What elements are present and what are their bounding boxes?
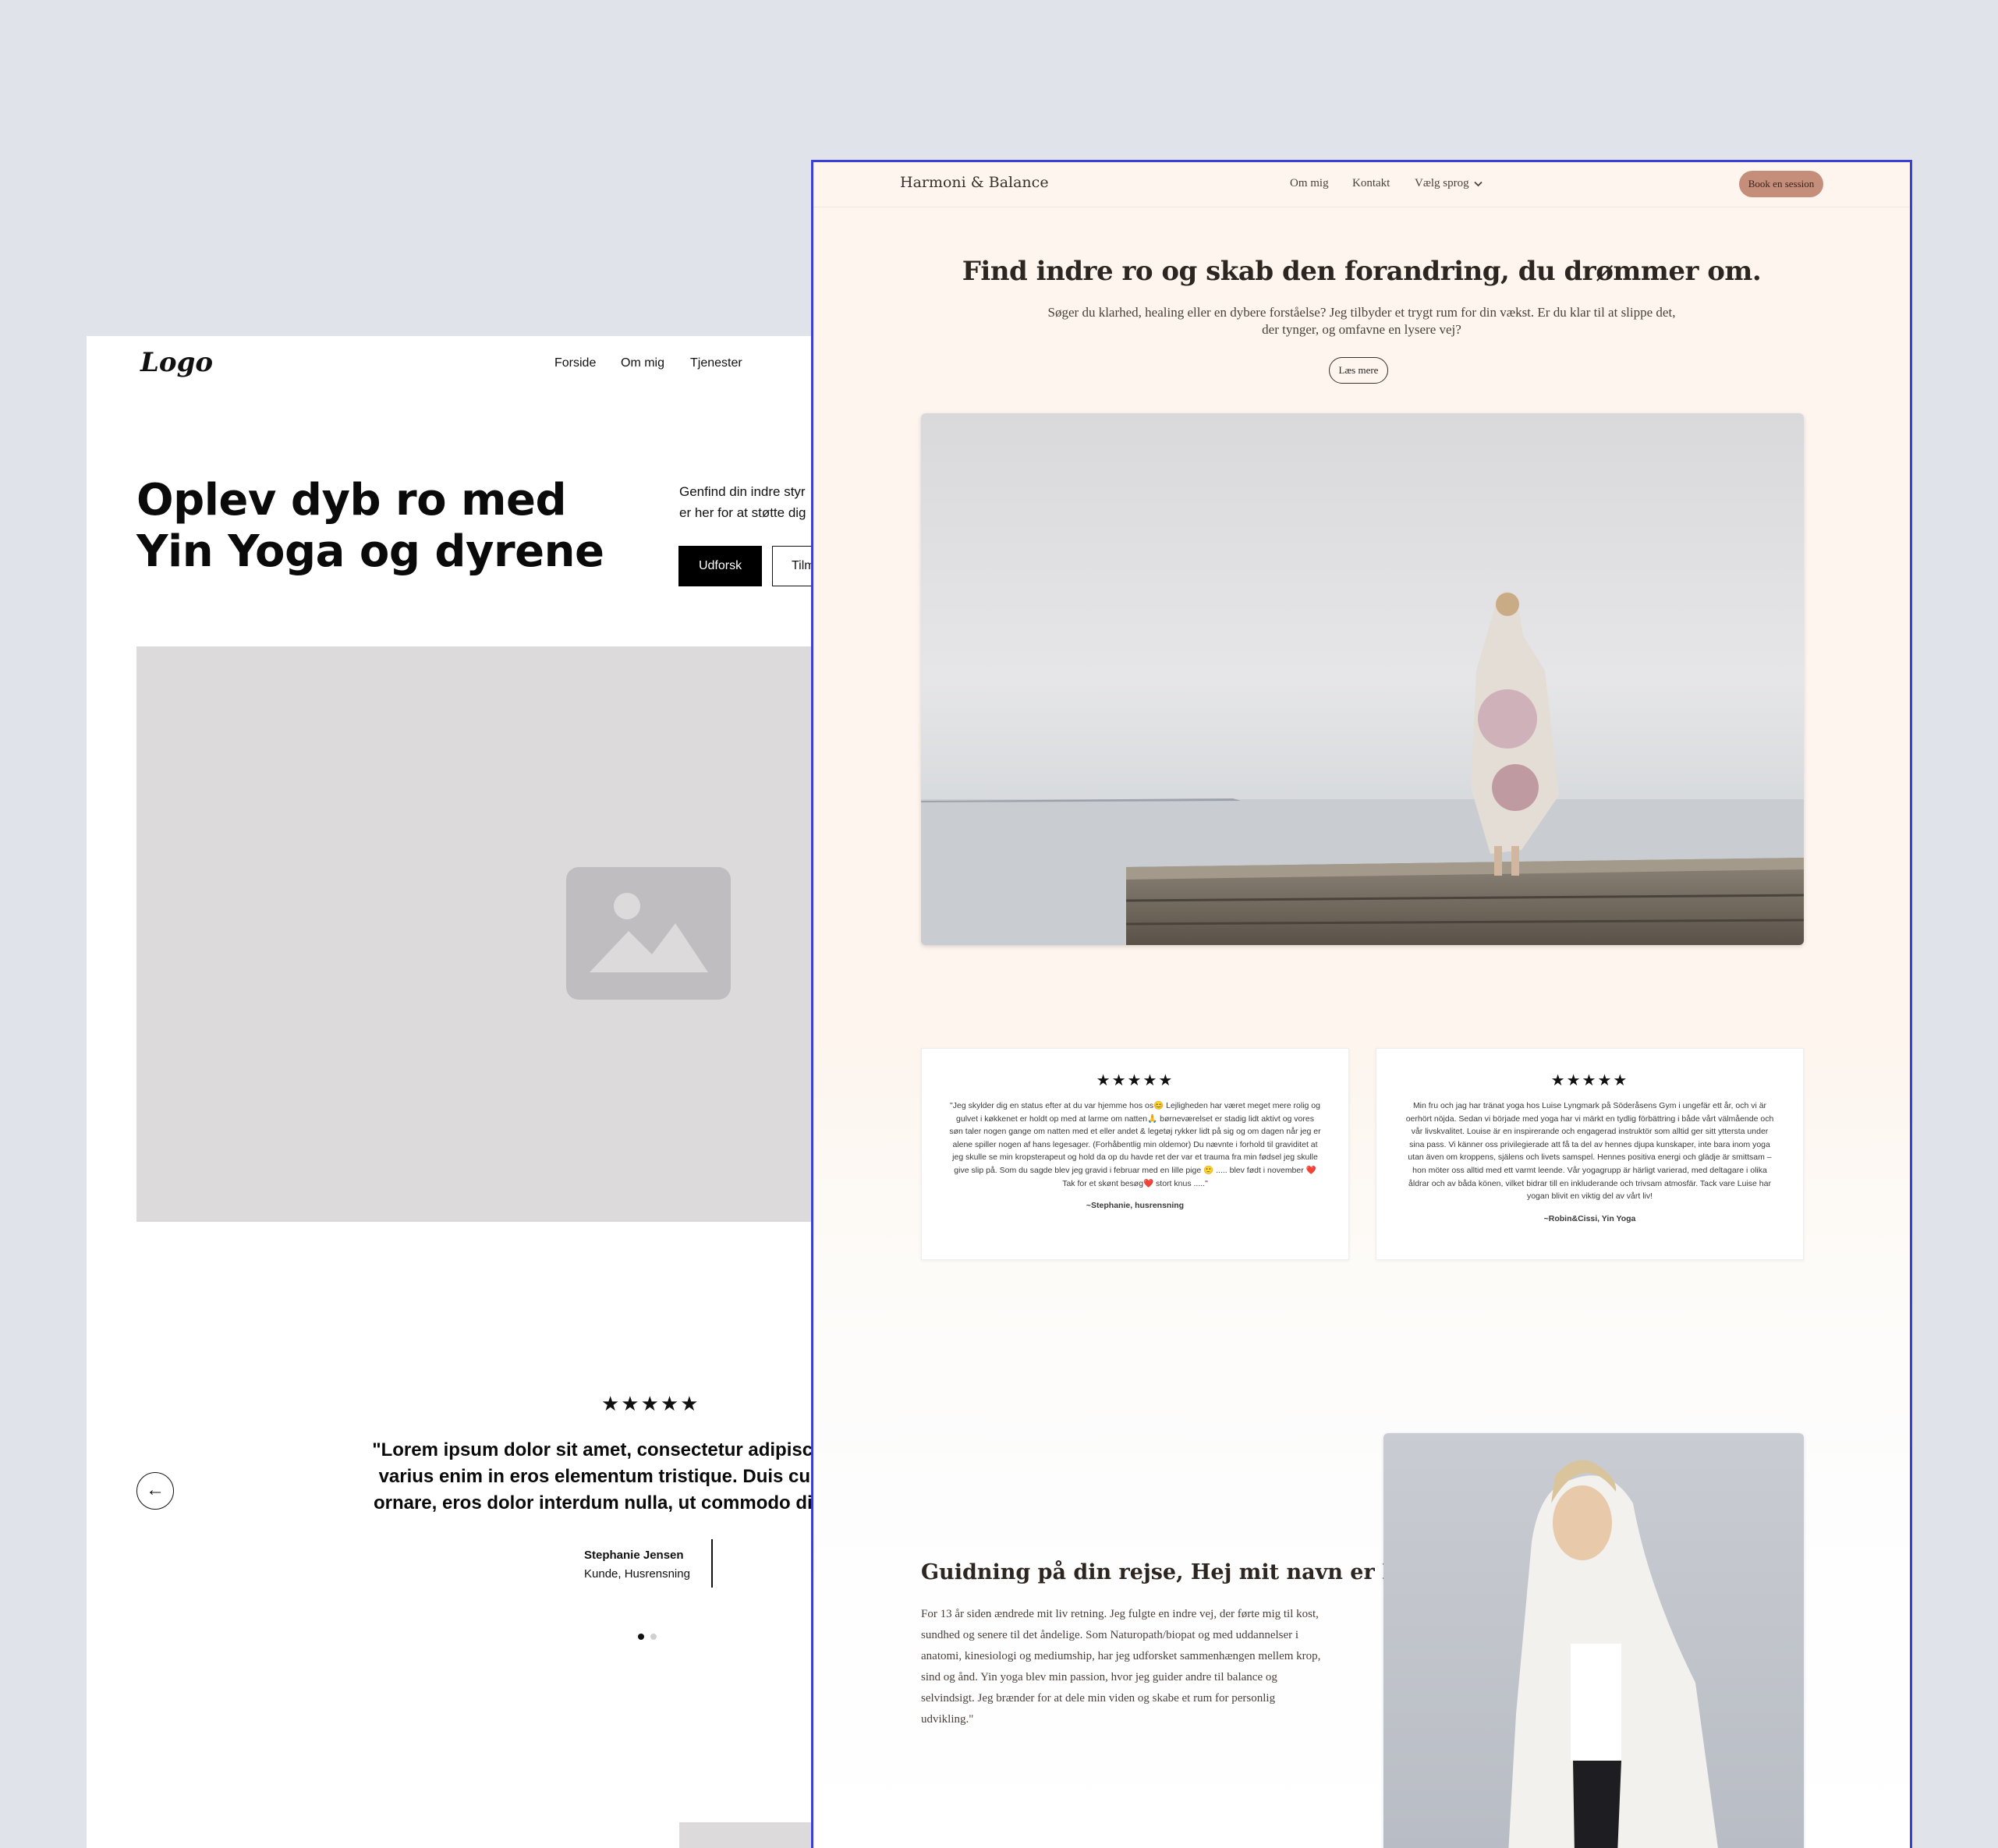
hero-photo	[921, 413, 1804, 945]
about-title: Guidning på din rejse, Hej mit navn er L…	[921, 1560, 1455, 1584]
brand-name[interactable]: Harmoni & Balance	[900, 174, 1049, 191]
testimonial-text: Min fru och jag har tränat yoga hos Luis…	[1405, 1101, 1774, 1202]
testimonial-text: "Jeg skylder dig en status efter at du v…	[949, 1101, 1321, 1188]
nav-contact[interactable]: Kontakt	[1352, 177, 1390, 190]
testimonial-card: ★★★★★ Min fru och jag har tränat yoga ho…	[1376, 1048, 1804, 1260]
hero-title: Find indre ro og skab den forandring, du…	[962, 256, 1762, 287]
testimonial-author: ~Stephanie, husrensning	[1086, 1201, 1185, 1211]
arrow-left-icon[interactable]: ←	[136, 1472, 174, 1510]
logo[interactable]: Logo	[140, 347, 213, 378]
star-icon: ★★★★★	[1096, 1072, 1174, 1089]
carousel-dot-active[interactable]	[638, 1634, 644, 1640]
star-icon: ★★★★★	[1550, 1072, 1629, 1089]
book-session-button[interactable]: Book en session	[1739, 171, 1823, 197]
about-text: For 13 år siden ændrede mit liv retning.…	[921, 1608, 1321, 1726]
portrait-photo	[1383, 1433, 1804, 1848]
image-placeholder-icon	[566, 867, 731, 1000]
read-more-button[interactable]: Læs mere	[1329, 357, 1388, 384]
site-header: Harmoni & Balance Om mig Kontakt Vælg sp…	[813, 162, 1910, 207]
testimonial-quote: "Lorem ipsum dolor sit amet, consectetur…	[372, 1439, 862, 1513]
nav-forside[interactable]: Forside	[554, 356, 596, 370]
testimonial-author: ~Robin&Cissi, Yin Yoga	[1543, 1213, 1636, 1223]
hero-image-placeholder	[136, 646, 866, 1222]
author-divider	[711, 1539, 713, 1588]
wireframe-page: Logo Forside Om mig Tjenester Oplev dyb …	[87, 336, 866, 1848]
hero-subtitle: Søger du klarhed, healing eller en dyber…	[1047, 305, 1676, 337]
explore-button[interactable]: Udforsk	[678, 546, 762, 586]
language-label: Vælg sprog	[1415, 177, 1469, 189]
testimonial-author: Stephanie Jensen Kunde, Husrensning	[584, 1546, 690, 1584]
nav-about[interactable]: Om mig	[1290, 177, 1329, 190]
language-select[interactable]: Vælg sprog	[1415, 177, 1483, 190]
hero-title: Oplev dyb ro med Yin Yoga og dyrene	[136, 475, 604, 577]
carousel-dot[interactable]	[650, 1634, 657, 1640]
nav-tjenester[interactable]: Tjenester	[690, 356, 742, 370]
author-role: Kunde, Husrensning	[584, 1567, 690, 1581]
author-name: Stephanie Jensen	[584, 1549, 684, 1562]
chevron-down-icon	[1474, 181, 1483, 186]
testimonial-card: ★★★★★ "Jeg skylder dig en status efter a…	[921, 1048, 1349, 1260]
testimonial-stars: ★★★★★	[601, 1392, 700, 1415]
nav-om-mig[interactable]: Om mig	[621, 356, 664, 370]
website-frame: Harmoni & Balance Om mig Kontakt Vælg sp…	[811, 160, 1912, 1848]
